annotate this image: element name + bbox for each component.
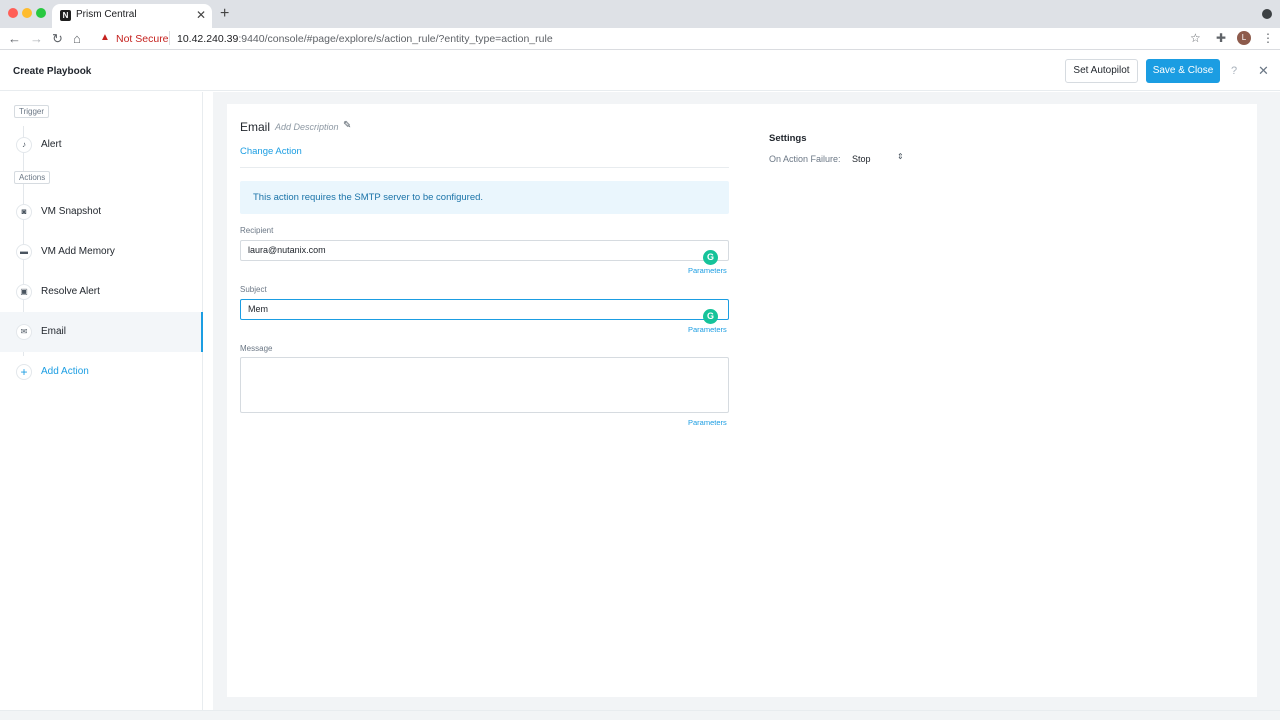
subject-input[interactable]: Mem: [240, 299, 729, 320]
grammarly-icon[interactable]: G: [703, 309, 718, 324]
sidebar-item-label: Email: [41, 326, 67, 337]
camera-icon: ◙: [16, 204, 32, 220]
extensions-puzzle-icon[interactable]: ✚: [1216, 31, 1226, 45]
forward-arrow-icon[interactable]: →: [30, 31, 43, 47]
recipient-parameters-link[interactable]: Parameters: [688, 266, 727, 275]
home-icon[interactable]: ⌂: [73, 31, 81, 47]
url-host: 10.42.240.39: [177, 33, 239, 45]
browser-tab[interactable]: N Prism Central ✕: [52, 4, 212, 28]
reload-icon[interactable]: ↻: [52, 31, 63, 47]
memory-icon: ▬: [16, 244, 32, 260]
trigger-section-label: Trigger: [14, 105, 50, 118]
new-tab-icon[interactable]: +: [220, 5, 229, 23]
bottom-strip: [0, 710, 1280, 720]
subject-parameters-link[interactable]: Parameters: [688, 325, 727, 334]
window-zoom-button[interactable]: [36, 8, 46, 18]
window-close-button[interactable]: [8, 8, 18, 18]
on-action-failure-label: On Action Failure:: [769, 154, 841, 164]
save-close-button[interactable]: Save & Close: [1146, 59, 1220, 83]
settings-title: Settings: [769, 133, 807, 144]
plus-icon: +: [16, 364, 32, 380]
url-input[interactable]: 10.42.240.39:9440/console/#page/explore/…: [177, 33, 553, 45]
clipboard-icon: ▣: [16, 284, 32, 300]
smtp-info-banner: This action requires the SMTP server to …: [240, 181, 729, 214]
help-icon[interactable]: ?: [1231, 65, 1237, 77]
sidebar-item-vm-add-memory[interactable]: ▬ VM Add Memory: [0, 232, 203, 272]
envelope-icon: ✉: [16, 324, 32, 340]
app-header: Create Playbook Set Autopilot Save & Clo…: [0, 51, 1280, 91]
sidebar-item-label: Alert: [41, 139, 62, 150]
url-path: :9440/console/#page/explore/s/action_rul…: [238, 33, 553, 45]
recipient-label: Recipient: [240, 226, 274, 235]
actions-section-label: Actions: [14, 171, 51, 184]
message-textarea[interactable]: [240, 357, 729, 413]
add-action-label: Add Action: [41, 366, 89, 377]
tab-close-icon[interactable]: ✕: [196, 8, 206, 22]
change-action-link[interactable]: Change Action: [240, 146, 302, 157]
tab-search-icon[interactable]: [1262, 9, 1272, 19]
subject-label: Subject: [240, 285, 267, 294]
info-message: This action requires the SMTP server to …: [253, 192, 484, 203]
browser-menu-icon[interactable]: ⋮: [1262, 31, 1274, 45]
bell-icon: ♪: [16, 137, 32, 153]
message-label: Message: [240, 344, 273, 353]
recipient-input[interactable]: laura@nutanix.com: [240, 240, 729, 261]
sidebar-item-label: Resolve Alert: [41, 286, 100, 297]
pencil-icon[interactable]: ✎: [343, 120, 351, 131]
sidebar-item-vm-snapshot[interactable]: ◙ VM Snapshot: [0, 192, 203, 232]
select-caret-icon[interactable]: ⇕: [897, 152, 904, 161]
tab-title: Prism Central: [76, 9, 137, 20]
browser-tabbar: N Prism Central ✕ +: [0, 0, 1280, 28]
sidebar-item-email[interactable]: ✉ Email: [0, 312, 203, 352]
on-action-failure-select[interactable]: Stop: [852, 154, 871, 164]
grammarly-icon[interactable]: G: [703, 250, 718, 265]
divider: [240, 167, 729, 168]
message-parameters-link[interactable]: Parameters: [688, 418, 727, 427]
sidebar-item-resolve-alert[interactable]: ▣ Resolve Alert: [0, 272, 203, 312]
browser-addressbar: ← → ↻ ⌂ ▲ Not Secure 10.42.240.39:9440/c…: [0, 28, 1280, 50]
back-arrow-icon[interactable]: ←: [8, 31, 21, 47]
security-label[interactable]: Not Secure: [116, 33, 169, 45]
page-title: Create Playbook: [13, 66, 92, 77]
profile-avatar[interactable]: L: [1237, 31, 1251, 45]
nutanix-favicon-icon: N: [60, 10, 71, 21]
close-icon[interactable]: ✕: [1258, 63, 1269, 79]
playbook-steps-panel: Trigger ♪ Alert Actions ◙ VM Snapshot ▬ …: [0, 92, 203, 720]
window-minimize-button[interactable]: [22, 8, 32, 18]
action-title: Email: [240, 120, 271, 134]
set-autopilot-button[interactable]: Set Autopilot: [1065, 59, 1138, 83]
bookmark-star-icon[interactable]: ☆: [1190, 31, 1201, 45]
add-action-button[interactable]: + Add Action: [0, 352, 203, 392]
sidebar-item-label: VM Snapshot: [41, 206, 102, 217]
sidebar-item-label: VM Add Memory: [41, 246, 115, 257]
url-separator: [169, 31, 170, 45]
sidebar-item-alert[interactable]: ♪ Alert: [0, 125, 203, 165]
add-description-link[interactable]: Add Description: [275, 122, 339, 132]
warning-icon[interactable]: ▲: [100, 32, 110, 43]
